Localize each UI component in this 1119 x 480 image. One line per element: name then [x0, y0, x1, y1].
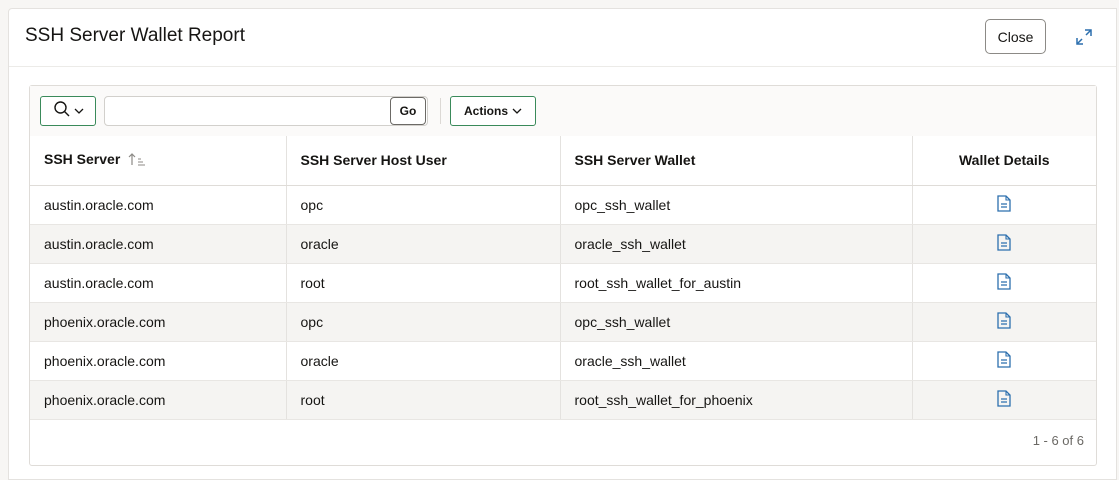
report-region: Go Actions SSH Server SSH Server Host Us…	[29, 85, 1097, 466]
cell-ssh-server: austin.oracle.com	[30, 185, 287, 225]
document-icon[interactable]	[997, 194, 1011, 215]
cell-host-user: oracle	[286, 341, 561, 381]
table-row: austin.oracle.com oracle oracle_ssh_wallet	[30, 224, 1096, 264]
document-icon[interactable]	[997, 389, 1011, 410]
close-button[interactable]: Close	[985, 19, 1046, 54]
column-header-ssh-server[interactable]: SSH Server	[30, 136, 287, 186]
cell-host-user: oracle	[286, 224, 561, 264]
column-header-wallet[interactable]: SSH Server Wallet	[560, 136, 913, 186]
table-row: austin.oracle.com root root_ssh_wallet_for…	[30, 263, 1096, 303]
cell-wallet: opc_ssh_wallet	[560, 185, 913, 225]
actions-button[interactable]: Actions	[450, 96, 536, 126]
cell-host-user: root	[286, 380, 561, 420]
cell-host-user: opc	[286, 302, 561, 342]
cell-wallet-details	[912, 302, 1096, 342]
report-toolbar: Go Actions	[30, 86, 1096, 137]
wallet-report-dialog: SSH Server Wallet Report Close Go Action…	[8, 8, 1117, 480]
cell-wallet-details	[912, 185, 1096, 225]
document-icon[interactable]	[997, 272, 1011, 293]
cell-wallet-details	[912, 263, 1096, 303]
cell-ssh-server: phoenix.oracle.com	[30, 302, 287, 342]
table-row: phoenix.oracle.com root root_ssh_wallet_fo…	[30, 380, 1096, 420]
pagination-text: 1 - 6 of 6	[1032, 433, 1084, 448]
cell-wallet: root_ssh_wallet_for_austin	[560, 263, 913, 303]
cell-wallet: root_ssh_wallet_for_phoenix	[560, 380, 913, 420]
cell-host-user: root	[286, 263, 561, 303]
table-row: phoenix.oracle.com opc opc_ssh_wallet	[30, 302, 1096, 342]
go-button[interactable]: Go	[390, 97, 426, 125]
sort-ascending-icon	[128, 152, 146, 169]
table-row: austin.oracle.com opc opc_ssh_wallet	[30, 185, 1096, 225]
column-header-label: SSH Server	[44, 151, 121, 168]
actions-label: Actions	[463, 104, 508, 118]
table-row: phoenix.oracle.com oracle oracle_ssh_walle…	[30, 341, 1096, 381]
cell-wallet: oracle_ssh_wallet	[560, 224, 913, 264]
toolbar-divider	[440, 98, 441, 124]
cell-ssh-server: austin.oracle.com	[30, 263, 287, 303]
cell-wallet: oracle_ssh_wallet	[560, 341, 913, 381]
search-input[interactable]	[104, 96, 428, 126]
column-header-host-user[interactable]: SSH Server Host User	[286, 136, 561, 186]
cell-ssh-server: phoenix.oracle.com	[30, 380, 287, 420]
document-icon[interactable]	[997, 233, 1011, 254]
chevron-down-icon	[74, 102, 84, 120]
cell-ssh-server: austin.oracle.com	[30, 224, 287, 264]
chevron-down-icon	[512, 104, 522, 118]
wallet-table: SSH Server SSH Server Host User SSH Serv…	[30, 136, 1096, 420]
dialog-header: SSH Server Wallet Report Close	[9, 9, 1116, 67]
cell-ssh-server: phoenix.oracle.com	[30, 341, 287, 381]
column-header-wallet-details[interactable]: Wallet Details	[912, 136, 1096, 186]
cell-wallet-details	[912, 224, 1096, 264]
document-icon[interactable]	[997, 350, 1011, 371]
cell-wallet-details	[912, 341, 1096, 381]
table-header-row: SSH Server SSH Server Host User SSH Serv…	[30, 136, 1096, 186]
search-column-button[interactable]	[40, 96, 96, 126]
dialog-title: SSH Server Wallet Report	[25, 25, 245, 46]
maximize-icon[interactable]	[1075, 28, 1093, 46]
document-icon[interactable]	[997, 311, 1011, 332]
search-icon	[53, 100, 71, 123]
cell-wallet-details	[912, 380, 1096, 420]
cell-wallet: opc_ssh_wallet	[560, 302, 913, 342]
cell-host-user: opc	[286, 185, 561, 225]
